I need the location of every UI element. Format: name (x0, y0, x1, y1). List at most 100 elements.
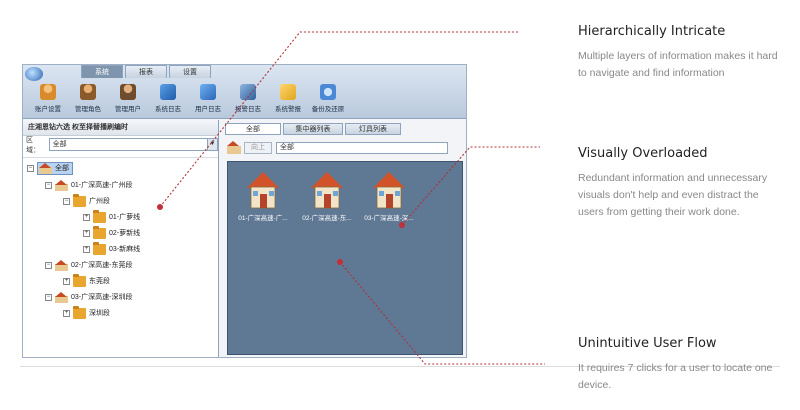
user-settings-icon (40, 84, 56, 100)
device-canvas: 01-广深高速-广... 02-广深高速-东... 03-广深高速-深... (227, 161, 463, 355)
path-bar: 向上 全部 (227, 140, 465, 155)
system-log-button[interactable]: 系统日志 (149, 82, 187, 116)
tree-label: 广州段 (89, 198, 110, 205)
account-settings-button[interactable]: 账户设置 (29, 82, 67, 116)
toolbar-label: 管理角色 (75, 106, 101, 113)
device-label: 02-广深高速-东... (302, 215, 352, 222)
home-icon[interactable] (227, 141, 241, 154)
expand-icon[interactable]: + (83, 245, 90, 253)
manage-roles-button[interactable]: 管理角色 (69, 82, 107, 116)
system-alert-button[interactable]: 系统警报 (269, 82, 307, 116)
up-button[interactable]: 向上 (244, 141, 272, 154)
folder-icon (73, 305, 86, 319)
tree-label: 深圳段 (89, 310, 110, 317)
manage-users-button[interactable]: 管理用户 (109, 82, 147, 116)
annotation-hierarchy: Hierarchically Intricate Multiple layers… (578, 24, 783, 82)
folder-icon (93, 241, 106, 255)
collapse-icon[interactable]: − (45, 181, 52, 189)
content-tabs: 全部 集中器列表 灯具列表 (225, 123, 401, 135)
panel-title: 庄湘恩钻六选 权至择替播刷编时 (23, 120, 218, 136)
users-icon (120, 84, 136, 100)
collapse-icon[interactable]: − (45, 293, 52, 301)
tab-all[interactable]: 全部 (225, 123, 281, 135)
house-icon (311, 172, 343, 209)
main-tabs: 系统 报表 设置 (81, 65, 211, 79)
tree-label: 02-广深高速-东莞段 (71, 262, 133, 269)
tree-node[interactable]: − 03-广深高速-深圳段 (45, 290, 132, 304)
expand-icon[interactable]: + (83, 213, 90, 221)
device-item[interactable]: 02-广深高速-东... (296, 170, 358, 222)
backup-restore-icon (320, 84, 336, 100)
tab-concentrators[interactable]: 集中器列表 (283, 123, 343, 135)
device-item[interactable]: 01-广深高速-广... (232, 170, 294, 222)
tab-settings[interactable]: 设置 (169, 65, 211, 78)
tab-reports[interactable]: 报表 (125, 65, 167, 78)
house-icon (373, 172, 405, 209)
alarm-log-button[interactable]: 报警日志 (229, 82, 267, 116)
tab-system[interactable]: 系统 (81, 65, 123, 78)
folder-icon (73, 193, 86, 207)
toolbar-label: 管理用户 (115, 106, 141, 113)
toolbar-label: 账户设置 (35, 106, 61, 113)
annotation-overloaded: Visually Overloaded Redundant informatio… (578, 146, 783, 221)
annotation-title: Visually Overloaded (578, 146, 708, 161)
folder-icon (93, 225, 106, 239)
toolbar-label: 用户日志 (195, 106, 221, 113)
house-icon (247, 172, 279, 209)
toolbar-label: 报警日志 (235, 106, 261, 113)
toolbar-label: 系统日志 (155, 106, 181, 113)
tree-node[interactable]: + 03-新麻线 (83, 241, 141, 256)
collapse-icon[interactable]: − (45, 261, 52, 269)
toolbar: 账户设置 管理角色 管理用户 系统日志 用户日志 报警日志 系统警报 备份及还原 (29, 82, 347, 116)
collapse-icon[interactable]: − (27, 164, 34, 172)
expand-icon[interactable]: + (83, 229, 90, 237)
device-label: 01-广深高速-广... (238, 215, 288, 222)
tree-root[interactable]: − 全部 (27, 161, 73, 175)
alarm-log-icon (240, 84, 256, 100)
expand-icon[interactable]: + (63, 277, 70, 285)
tree-root-selected[interactable]: 全部 (37, 161, 73, 175)
chevron-down-icon[interactable]: ▼ (207, 139, 217, 150)
system-alert-icon (280, 84, 296, 100)
device-tree: − 全部 − 01-广深高速-广州段 − 广州段 + 01-广萝线 + 02-萝… (23, 157, 218, 319)
collapse-icon[interactable]: − (63, 197, 70, 205)
tree-label: 01-广深高速-广州段 (71, 182, 133, 189)
house-icon (55, 179, 68, 191)
tree-node[interactable]: − 02-广深高速-东莞段 (45, 258, 132, 272)
device-item[interactable]: 03-广深高速-深... (358, 170, 420, 222)
region-select[interactable]: 全部 ▼ (48, 138, 218, 151)
house-icon (39, 162, 52, 174)
tree-node[interactable]: − 广州段 (63, 193, 110, 208)
folder-icon (73, 273, 86, 287)
folder-icon (93, 209, 106, 223)
role-icon (80, 84, 96, 100)
tree-label: 01-广萝线 (109, 214, 141, 221)
tab-lamps[interactable]: 灯具列表 (345, 123, 401, 135)
expand-icon[interactable]: + (63, 309, 70, 317)
tree-node[interactable]: + 02-萝新线 (83, 225, 141, 240)
backup-restore-button[interactable]: 备份及还原 (309, 82, 347, 116)
annotation-title: Hierarchically Intricate (578, 24, 726, 39)
user-log-icon (200, 84, 216, 100)
annotation-body: Redundant information and unnecessary vi… (578, 172, 768, 218)
house-icon (55, 291, 68, 303)
tree-node[interactable]: + 深圳段 (63, 305, 110, 320)
tree-node[interactable]: − 01-广深高速-广州段 (45, 178, 132, 192)
device-label: 03-广深高速-深... (364, 215, 414, 222)
region-label: 区域： (26, 136, 40, 154)
tree-label: 02-萝新线 (109, 230, 141, 237)
tree-node[interactable]: + 01-广萝线 (83, 209, 141, 224)
annotation-title: Unintuitive User Flow (578, 336, 717, 351)
tree-node[interactable]: + 东莞段 (63, 273, 110, 288)
tree-label: 03-新麻线 (109, 246, 141, 253)
tree-panel: 庄湘恩钻六选 权至择替播刷编时 区域： 全部 ▼ − 全部 − 01-广深高速-… (23, 120, 219, 357)
annotation-body: Multiple layers of information makes it … (578, 50, 778, 79)
tree-label: 东莞段 (89, 278, 110, 285)
annotation-user-flow: Unintuitive User Flow It requires 7 clic… (578, 336, 783, 394)
top-bar: 系统 报表 设置 账户设置 管理角色 管理用户 系统日志 用户日志 报警日志 系… (23, 65, 466, 119)
user-log-button[interactable]: 用户日志 (189, 82, 227, 116)
toolbar-label: 备份及还原 (311, 106, 345, 113)
annotation-body: It requires 7 clicks for a user to locat… (578, 362, 773, 391)
system-log-icon (160, 84, 176, 100)
path-field[interactable]: 全部 (276, 141, 448, 154)
